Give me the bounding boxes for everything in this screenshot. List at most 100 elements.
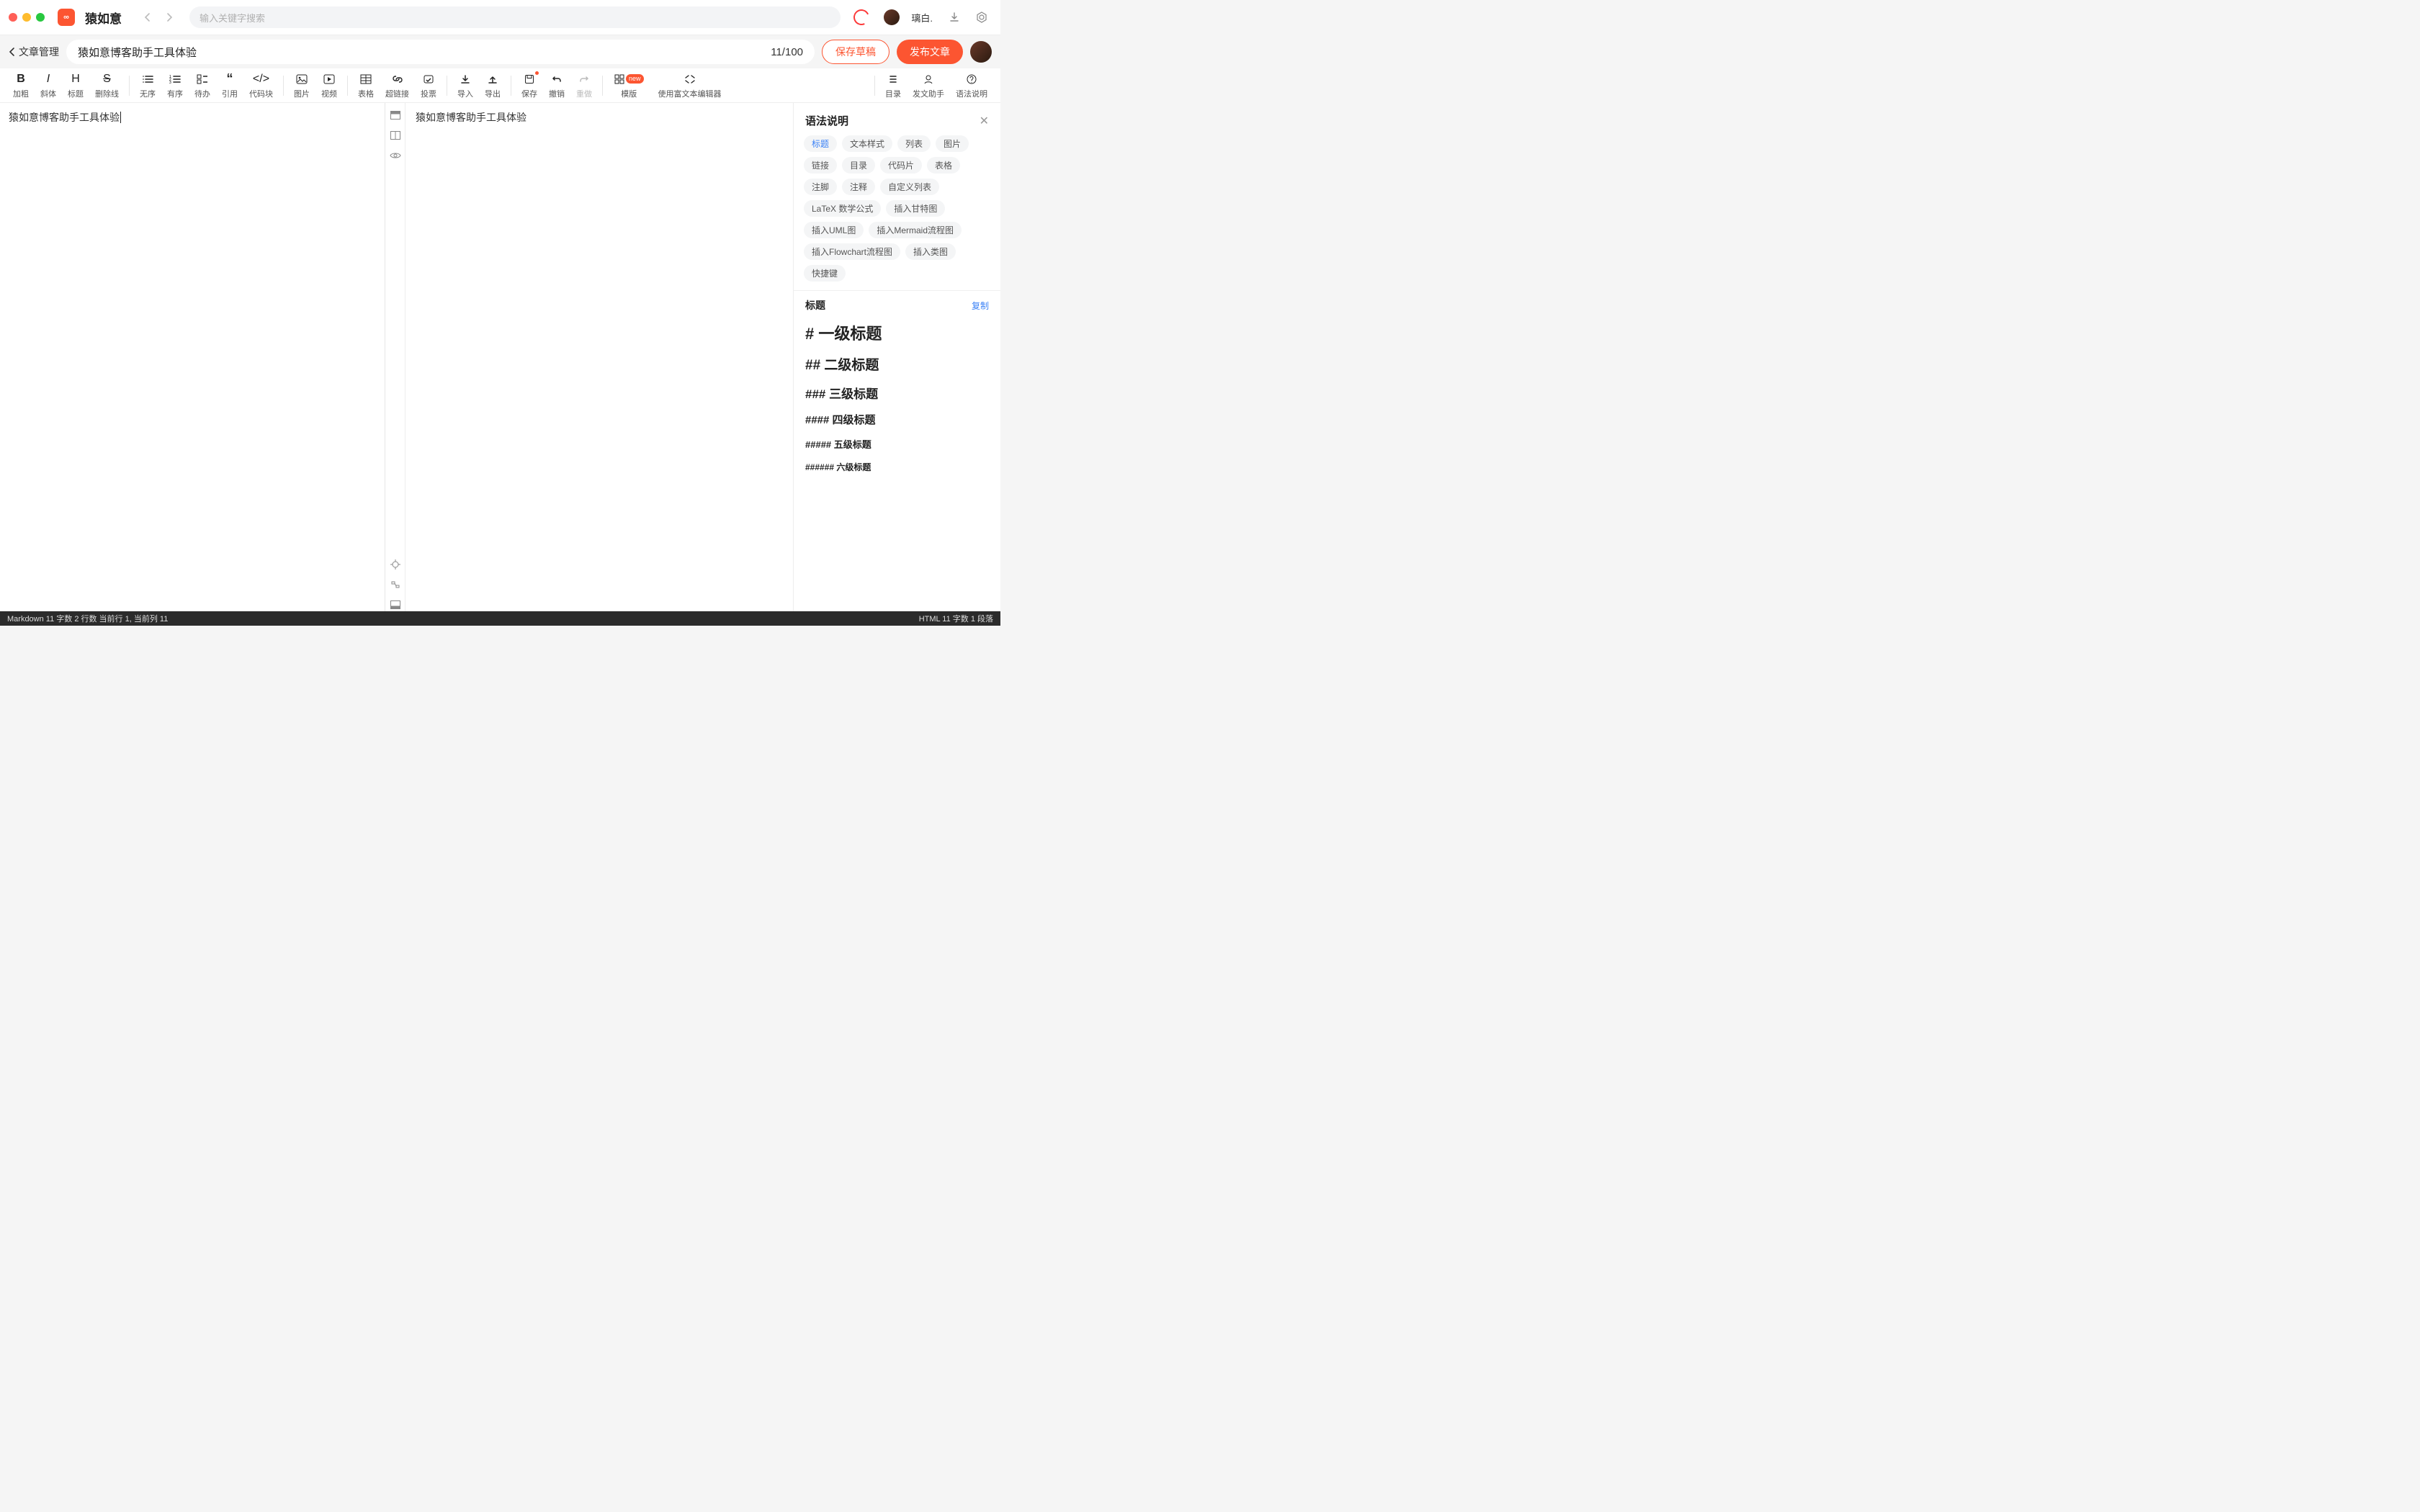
loading-ring-icon — [851, 7, 871, 27]
svg-text:3: 3 — [169, 81, 171, 84]
search-input[interactable]: 输入关键字搜索 — [189, 6, 841, 28]
article-title-wrap: 11/100 — [66, 40, 815, 64]
main-area: 猿如意博客助手工具体验 猿如意博客助手工具体验 语法说明 ✕ 标题文本样式列表图… — [0, 103, 1000, 611]
layout-top-icon[interactable] — [389, 109, 402, 122]
syntax-chip[interactable]: 自定义列表 — [880, 179, 939, 195]
syntax-chip[interactable]: 目录 — [842, 157, 875, 174]
syntax-chip[interactable]: LaTeX 数学公式 — [804, 200, 881, 217]
chevron-left-icon — [9, 47, 16, 57]
syntax-chip[interactable]: 链接 — [804, 157, 837, 174]
back-label: 文章管理 — [19, 45, 59, 59]
writing-assistant-button[interactable]: 发文助手 — [907, 70, 950, 102]
layout-bottom-icon[interactable] — [389, 598, 402, 611]
heading-examples: # 一级标题 ## 二级标题 ### 三级标题 #### 四级标题 ##### 五级标题… — [805, 321, 989, 485]
image-button[interactable]: 图片 — [288, 70, 315, 102]
heading-example: ##### 五级标题 — [805, 437, 989, 451]
editor-content: 猿如意博客助手工具体验 — [9, 112, 121, 123]
syntax-chip[interactable]: 表格 — [927, 157, 960, 174]
publish-button[interactable]: 发布文章 — [897, 40, 963, 64]
bold-button[interactable]: B加粗 — [7, 70, 35, 102]
syntax-section-heading: 标题 — [805, 298, 825, 312]
user-avatar[interactable] — [884, 9, 900, 25]
copy-button[interactable]: 复制 — [972, 300, 989, 312]
syntax-chip[interactable]: 代码片 — [880, 157, 922, 174]
toolbar-separator — [283, 76, 284, 96]
search-placeholder: 输入关键字搜索 — [200, 11, 265, 24]
syntax-chip[interactable]: 文本样式 — [842, 135, 892, 152]
markdown-editor[interactable]: 猿如意博客助手工具体验 — [0, 103, 385, 611]
syntax-chip[interactable]: 注释 — [842, 179, 875, 195]
codeblock-button[interactable]: </>代码块 — [243, 70, 279, 102]
strikethrough-button[interactable]: S删除线 — [89, 70, 125, 102]
layout-split-icon[interactable] — [389, 129, 402, 142]
toolbar-separator — [347, 76, 348, 96]
save-button[interactable]: 保存 — [516, 70, 543, 102]
article-title-input[interactable] — [78, 46, 771, 58]
import-button[interactable]: 导入 — [452, 70, 479, 102]
syntax-chip[interactable]: 图片 — [936, 135, 969, 152]
syntax-chip[interactable]: 快捷键 — [804, 265, 846, 282]
nav-back-button[interactable] — [140, 10, 155, 24]
syntax-chip[interactable]: 插入甘特图 — [886, 200, 945, 217]
export-button[interactable]: 导出 — [479, 70, 506, 102]
preview-eye-icon[interactable] — [389, 149, 402, 162]
ol-button[interactable]: 123有序 — [161, 70, 189, 102]
status-left: Markdown 11 字数 2 行数 当前行 1, 当前列 11 — [7, 613, 168, 624]
syntax-help-button[interactable]: 语法说明 — [950, 70, 993, 102]
heading-example: #### 四级标题 — [805, 412, 989, 427]
app-brand: 猿如意 — [85, 9, 122, 27]
preview-content: 猿如意博客助手工具体验 — [416, 112, 526, 123]
ul-button[interactable]: 无序 — [134, 70, 161, 102]
nav-forward-button[interactable] — [162, 10, 176, 24]
syntax-chip[interactable]: 插入Flowchart流程图 — [804, 243, 900, 260]
app-logo-icon: ∞ — [58, 9, 75, 26]
user-name[interactable]: 璃白. — [911, 11, 933, 24]
quote-button[interactable]: “引用 — [216, 70, 243, 102]
html-preview: 猿如意博客助手工具体验 — [405, 103, 793, 611]
back-to-articles-button[interactable]: 文章管理 — [9, 45, 59, 59]
syntax-panel: 语法说明 ✕ 标题文本样式列表图片链接目录代码片表格注脚注释自定义列表LaTeX… — [793, 103, 1000, 611]
save-draft-button[interactable]: 保存草稿 — [822, 40, 889, 64]
heading-example: ###### 六级标题 — [805, 461, 989, 473]
view-gutter — [385, 103, 405, 611]
toolbar-separator — [874, 76, 875, 96]
author-avatar[interactable] — [970, 41, 992, 63]
maximize-window-icon[interactable] — [36, 13, 45, 22]
richtext-switch-button[interactable]: 使用富文本编辑器 — [651, 70, 729, 102]
syntax-panel-title: 语法说明 — [805, 113, 848, 128]
heading-example: ## 二级标题 — [805, 354, 989, 374]
settings-icon[interactable] — [974, 10, 989, 24]
close-panel-button[interactable]: ✕ — [980, 114, 989, 128]
toc-button[interactable]: 目录 — [879, 70, 907, 102]
app-bar: ∞ 猿如意 输入关键字搜索 璃白. — [0, 0, 1000, 35]
link-button[interactable]: 超链接 — [380, 70, 415, 102]
resize-icon[interactable] — [389, 578, 402, 591]
heading-example: ### 三级标题 — [805, 384, 989, 402]
status-bar: Markdown 11 字数 2 行数 当前行 1, 当前列 11 HTML 1… — [0, 611, 1000, 626]
vote-button[interactable]: 投票 — [415, 70, 442, 102]
locate-icon[interactable] — [389, 558, 402, 571]
heading-example: # 一级标题 — [805, 321, 989, 344]
editor-toolbar: B加粗 I斜体 H标题 S删除线 无序 123有序 待办 “引用 </>代码块 … — [0, 68, 1000, 103]
template-button[interactable]: new 模版 — [607, 70, 651, 102]
video-button[interactable]: 视频 — [315, 70, 343, 102]
table-button[interactable]: 表格 — [352, 70, 380, 102]
close-window-icon[interactable] — [9, 13, 17, 22]
todo-button[interactable]: 待办 — [189, 70, 216, 102]
undo-button[interactable]: 撤销 — [543, 70, 570, 102]
title-row: 文章管理 11/100 保存草稿 发布文章 — [0, 35, 1000, 68]
title-char-counter: 11/100 — [771, 46, 803, 58]
syntax-chip[interactable]: 插入Mermaid流程图 — [869, 222, 962, 238]
syntax-chip[interactable]: 标题 — [804, 135, 837, 152]
download-icon[interactable] — [947, 10, 962, 24]
syntax-chip-list: 标题文本样式列表图片链接目录代码片表格注脚注释自定义列表LaTeX 数学公式插入… — [794, 135, 1000, 290]
minimize-window-icon[interactable] — [22, 13, 31, 22]
syntax-chip[interactable]: 注脚 — [804, 179, 837, 195]
syntax-chip[interactable]: 插入UML图 — [804, 222, 864, 238]
italic-button[interactable]: I斜体 — [35, 70, 62, 102]
window-controls — [9, 13, 45, 22]
syntax-chip[interactable]: 插入类图 — [905, 243, 956, 260]
syntax-chip[interactable]: 列表 — [897, 135, 931, 152]
heading-button[interactable]: H标题 — [62, 70, 89, 102]
redo-button[interactable]: 重做 — [570, 70, 598, 102]
